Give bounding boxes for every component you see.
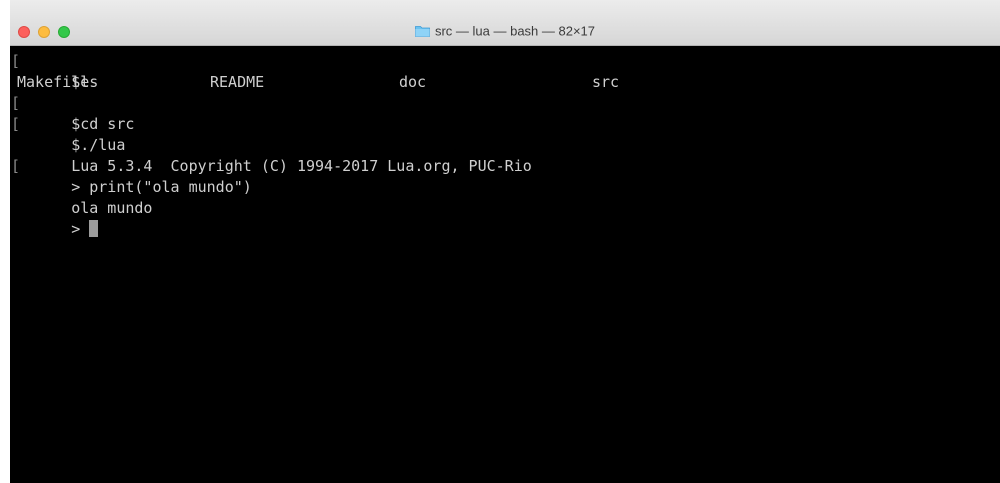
- line-mark: [: [11, 157, 21, 175]
- window-title: src — lua — bash — 82×17: [434, 23, 596, 39]
- terminal-line: [> print("ola mundo"): [11, 156, 1000, 196]
- file-entry: doc: [399, 73, 427, 91]
- folder-icon: [415, 25, 430, 37]
- ls-output-line: Makefile README doc src: [17, 72, 1000, 93]
- file-entry: Makefile: [17, 73, 90, 91]
- title-bar[interactable]: src — lua — bash — 82×17: [10, 0, 1000, 46]
- line-mark: [: [11, 52, 21, 70]
- terminal-output[interactable]: [$ls Makefile README doc src [$cd src [$…: [10, 46, 1000, 483]
- file-entry: src: [592, 73, 620, 91]
- terminal-line: [$cd src: [11, 93, 1000, 133]
- window-title-container: src — lua — bash — 82×17: [10, 21, 1000, 41]
- file-entry: README: [210, 73, 265, 91]
- line-mark: [: [11, 94, 21, 112]
- line-mark: [: [11, 115, 21, 133]
- terminal-line: Lua 5.3.4 Copyright (C) 1994-2017 Lua.or…: [17, 135, 1000, 175]
- terminal-line: [$ls: [11, 51, 1000, 91]
- prompt-text: >: [71, 220, 81, 238]
- prompt-line[interactable]: >: [17, 198, 1000, 238]
- terminal-window: src — lua — bash — 82×17 [$ls Makefile R…: [10, 0, 1000, 483]
- terminal-line: ola mundo: [17, 177, 1000, 217]
- text-cursor: [89, 220, 99, 237]
- terminal-line: [$./lua: [11, 114, 1000, 154]
